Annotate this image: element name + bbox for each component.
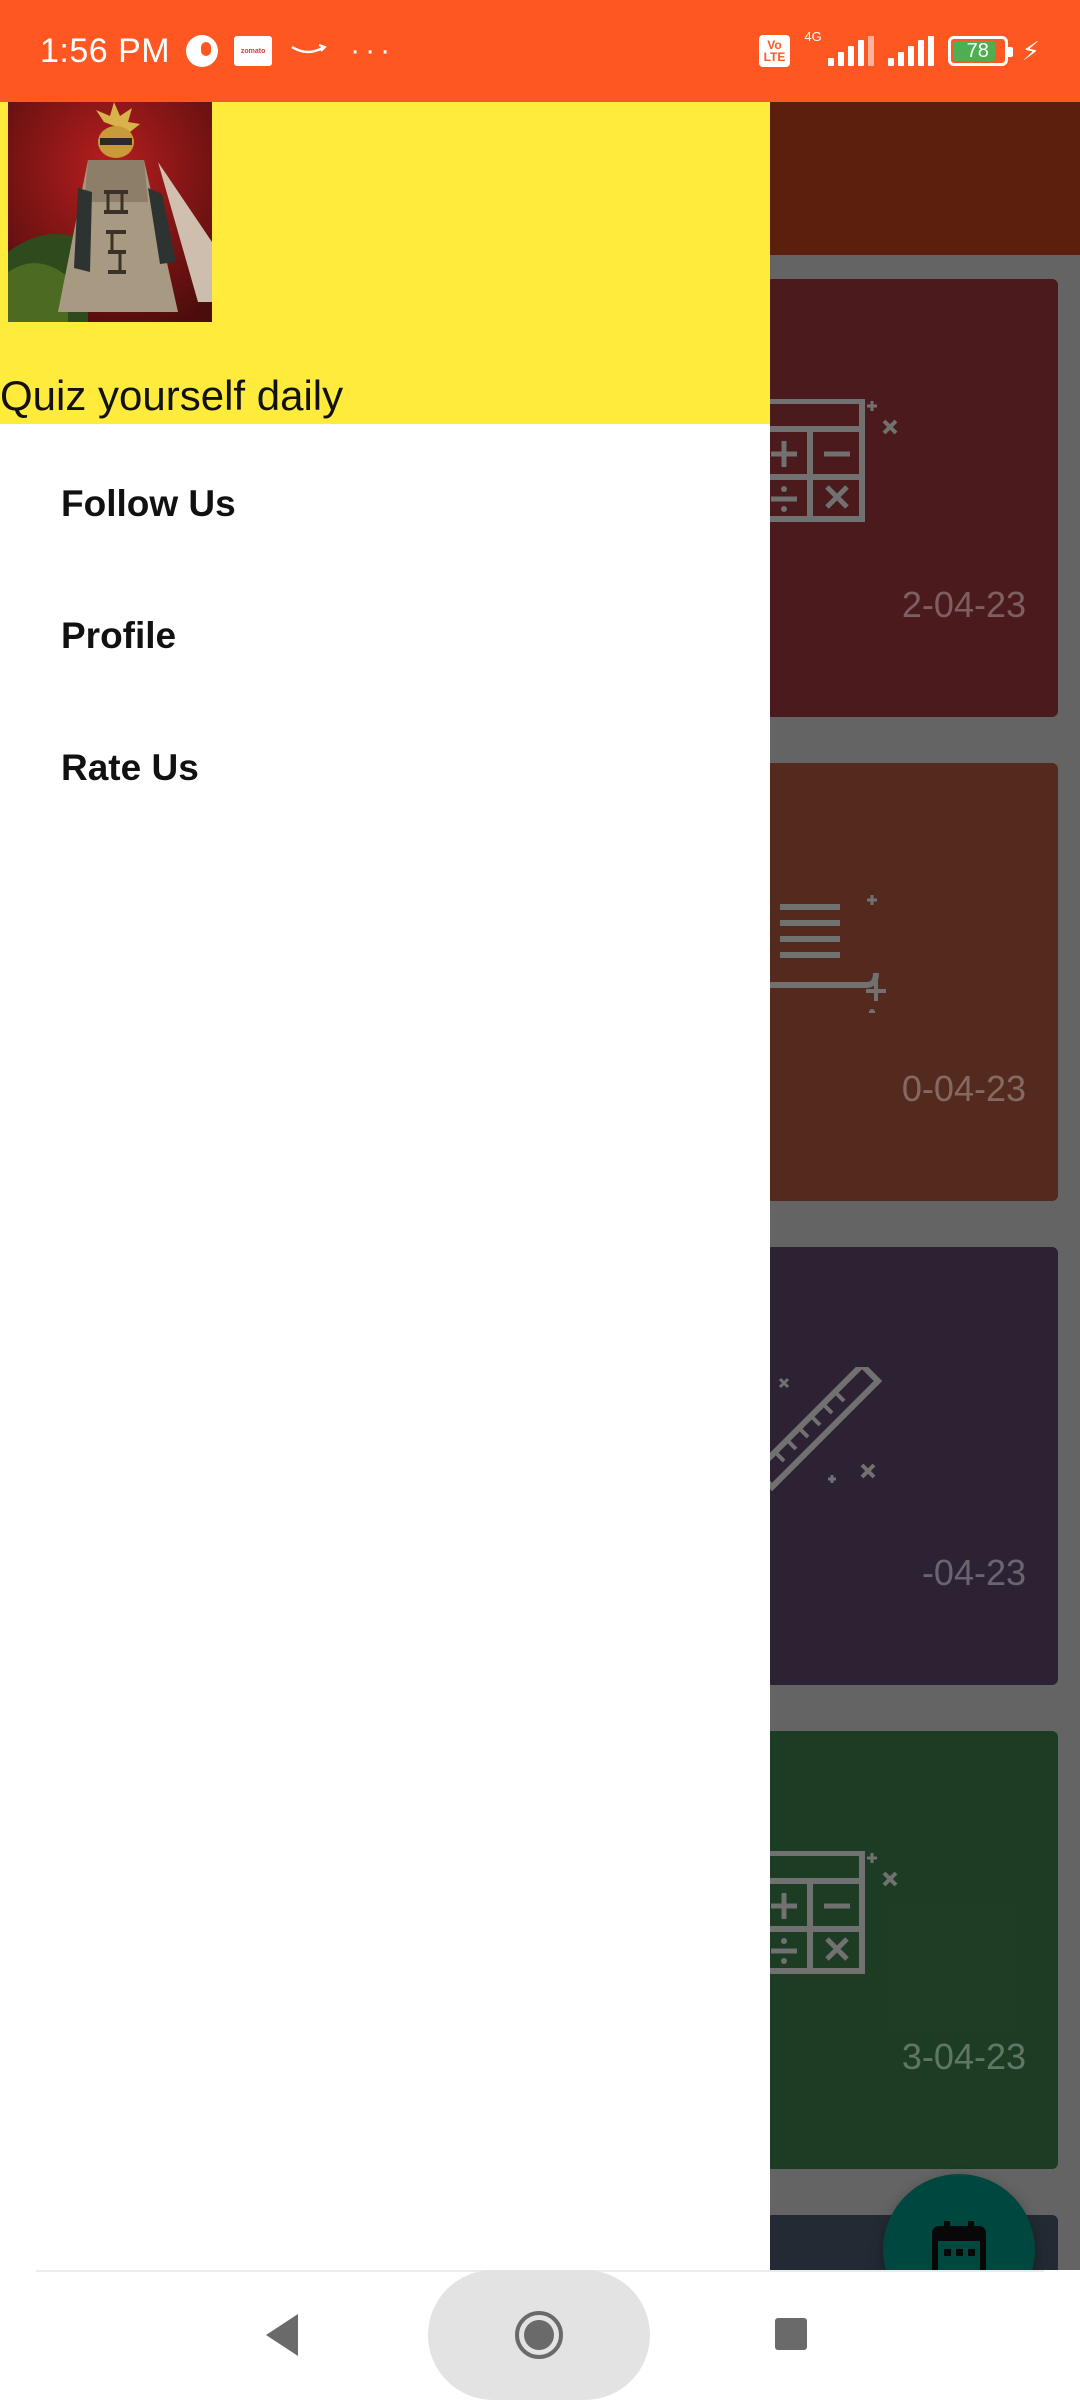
amazon-icon [288,41,328,61]
profile-avatar-image[interactable] [8,102,212,322]
system-nav-bar [0,2270,1080,2400]
back-icon[interactable] [262,2312,302,2358]
status-bar: 1:56 PM zomato ··· Vo LTE 4G 78 ⚡ [0,0,1080,102]
recents-icon[interactable] [775,2318,807,2350]
signal-icon [827,36,874,66]
menu-item-profile[interactable]: Profile [0,556,770,688]
battery-icon: 78 [947,36,1013,66]
charging-bolt-icon: ⚡ [1021,35,1040,66]
network-type: 4G [804,29,822,44]
more-dots-icon: ··· [350,34,396,67]
menu-item-follow-us[interactable]: Follow Us [0,424,770,556]
zomato-icon: zomato [234,36,273,66]
home-icon [515,2311,563,2359]
navigation-drawer: Quiz yourself daily Follow Us Profile Ra… [0,102,770,2270]
menu-item-label: Rate Us [61,747,199,788]
signal-icon [887,36,934,66]
menu-item-rate-us[interactable]: Rate Us [0,688,770,820]
menu-item-label: Profile [61,615,177,656]
volte-icon: Vo LTE [758,35,791,67]
menu-item-label: Follow Us [61,483,236,524]
status-time: 1:56 PM [40,31,171,70]
drawer-menu: Follow Us Profile Rate Us [0,424,770,820]
drawer-header: Quiz yourself daily [0,102,770,424]
home-button[interactable] [428,2270,650,2400]
battery-level: 78 [966,39,989,62]
notification-circle-icon [186,35,219,67]
drawer-tagline: Quiz yourself daily [0,372,344,419]
